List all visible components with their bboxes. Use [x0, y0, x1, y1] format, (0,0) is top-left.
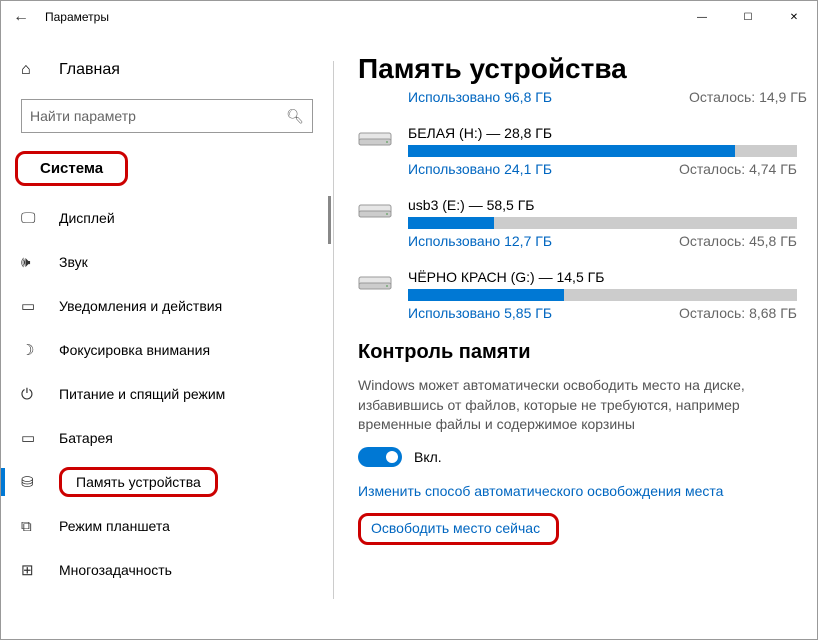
content-pane: Память устройства Использовано 96,8 ГБ О… — [333, 33, 817, 639]
drive-name: БЕЛАЯ (H:) — 28,8 ГБ — [408, 125, 797, 141]
remain-label: Осталось: 14,9 ГБ — [689, 89, 807, 105]
nav-label: Уведомления и действия — [59, 298, 222, 314]
used-label: Использовано 12,7 ГБ — [408, 233, 552, 249]
nav-label: Дисплей — [59, 210, 115, 226]
minimize-button[interactable]: — — [679, 1, 725, 33]
nav-storage[interactable]: ⛁ Память устройства — [1, 460, 333, 504]
drive-name: usb3 (E:) — 58,5 ГБ — [408, 197, 797, 213]
usage-bar — [408, 289, 797, 301]
nav-label: Режим планшета — [59, 518, 170, 534]
usage-bar — [408, 217, 797, 229]
search-icon: 🔍︎ — [286, 108, 304, 125]
drive-item[interactable]: usb3 (E:) — 58,5 ГБ Использовано 12,7 ГБ… — [358, 197, 807, 249]
storage-sense-title: Контроль памяти — [358, 341, 807, 364]
maximize-button[interactable]: ☐ — [725, 1, 771, 33]
storage-sense-desc: Windows может автоматически освободить м… — [358, 376, 788, 435]
change-link[interactable]: Изменить способ автоматического освобожд… — [358, 483, 807, 499]
used-label: Использовано 24,1 ГБ — [408, 161, 552, 177]
drive-summary: Использовано 96,8 ГБ Осталось: 14,9 ГБ — [408, 89, 807, 105]
titlebar: ← Параметры — ☐ ✕ — [1, 1, 817, 33]
hdd-icon — [358, 127, 392, 149]
toggle-label: Вкл. — [414, 449, 442, 465]
remain-label: Осталось: 45,8 ГБ — [679, 233, 797, 249]
close-button[interactable]: ✕ — [771, 1, 817, 33]
search-placeholder: Найти параметр — [30, 108, 136, 124]
window-title: Параметры — [45, 10, 109, 24]
tablet-icon: ⧉ — [21, 518, 41, 535]
storage-icon: ⛁ — [21, 473, 41, 491]
nav-label: Многозадачность — [59, 562, 172, 578]
sound-icon: 🕪 — [21, 254, 41, 271]
focus-icon: ☽ — [21, 341, 41, 359]
nav-label: Питание и спящий режим — [59, 386, 225, 402]
battery-icon: ▭ — [21, 429, 41, 447]
home-nav[interactable]: ⌂ Главная — [1, 53, 333, 87]
nav-label: Звук — [59, 254, 88, 270]
drive-item[interactable]: ЧЁРНО КРАСН (G:) — 14,5 ГБ Использовано … — [358, 269, 807, 321]
remain-label: Осталось: 8,68 ГБ — [679, 305, 797, 321]
display-icon: 🖵 — [21, 210, 41, 227]
page-title: Память устройства — [358, 53, 807, 85]
used-label: Использовано 5,85 ГБ — [408, 305, 552, 321]
storage-sense-toggle[interactable] — [358, 447, 402, 467]
nav-multitask[interactable]: ⊞ Многозадачность — [1, 548, 333, 592]
section-system: Система — [15, 151, 128, 186]
nav-notifications[interactable]: ▭ Уведомления и действия — [1, 284, 333, 328]
nav-label: Фокусировка внимания — [59, 342, 210, 358]
drive-item[interactable]: БЕЛАЯ (H:) — 28,8 ГБ Использовано 24,1 Г… — [358, 125, 807, 177]
nav-battery[interactable]: ▭ Батарея — [1, 416, 333, 460]
hdd-icon — [358, 271, 392, 293]
nav-label: Память устройства — [59, 467, 218, 497]
nav-sound[interactable]: 🕪 Звук — [1, 240, 333, 284]
window-controls: — ☐ ✕ — [679, 1, 817, 33]
nav-display[interactable]: 🖵 Дисплей — [1, 196, 333, 240]
usage-bar — [408, 145, 797, 157]
home-label: Главная — [59, 61, 120, 79]
drive-name: ЧЁРНО КРАСН (G:) — 14,5 ГБ — [408, 269, 797, 285]
home-icon: ⌂ — [21, 61, 41, 79]
multitask-icon: ⊞ — [21, 561, 41, 579]
notifications-icon: ▭ — [21, 297, 41, 315]
hdd-icon — [358, 199, 392, 221]
nav-power[interactable]: ⏻ Питание и спящий режим — [1, 372, 333, 416]
sidebar: ⌂ Главная Найти параметр 🔍︎ Система 🖵 Ди… — [1, 33, 333, 639]
free-space-link[interactable]: Освободить место сейчас — [358, 513, 559, 545]
power-icon: ⏻ — [21, 386, 41, 403]
remain-label: Осталось: 4,74 ГБ — [679, 161, 797, 177]
nav-label: Батарея — [59, 430, 113, 446]
scrollbar-thumb[interactable] — [328, 196, 331, 244]
nav-tablet[interactable]: ⧉ Режим планшета — [1, 504, 333, 548]
used-label: Использовано 96,8 ГБ — [408, 89, 552, 105]
nav-focus[interactable]: ☽ Фокусировка внимания — [1, 328, 333, 372]
search-input[interactable]: Найти параметр 🔍︎ — [21, 99, 313, 133]
back-button[interactable]: ← — [9, 8, 33, 26]
